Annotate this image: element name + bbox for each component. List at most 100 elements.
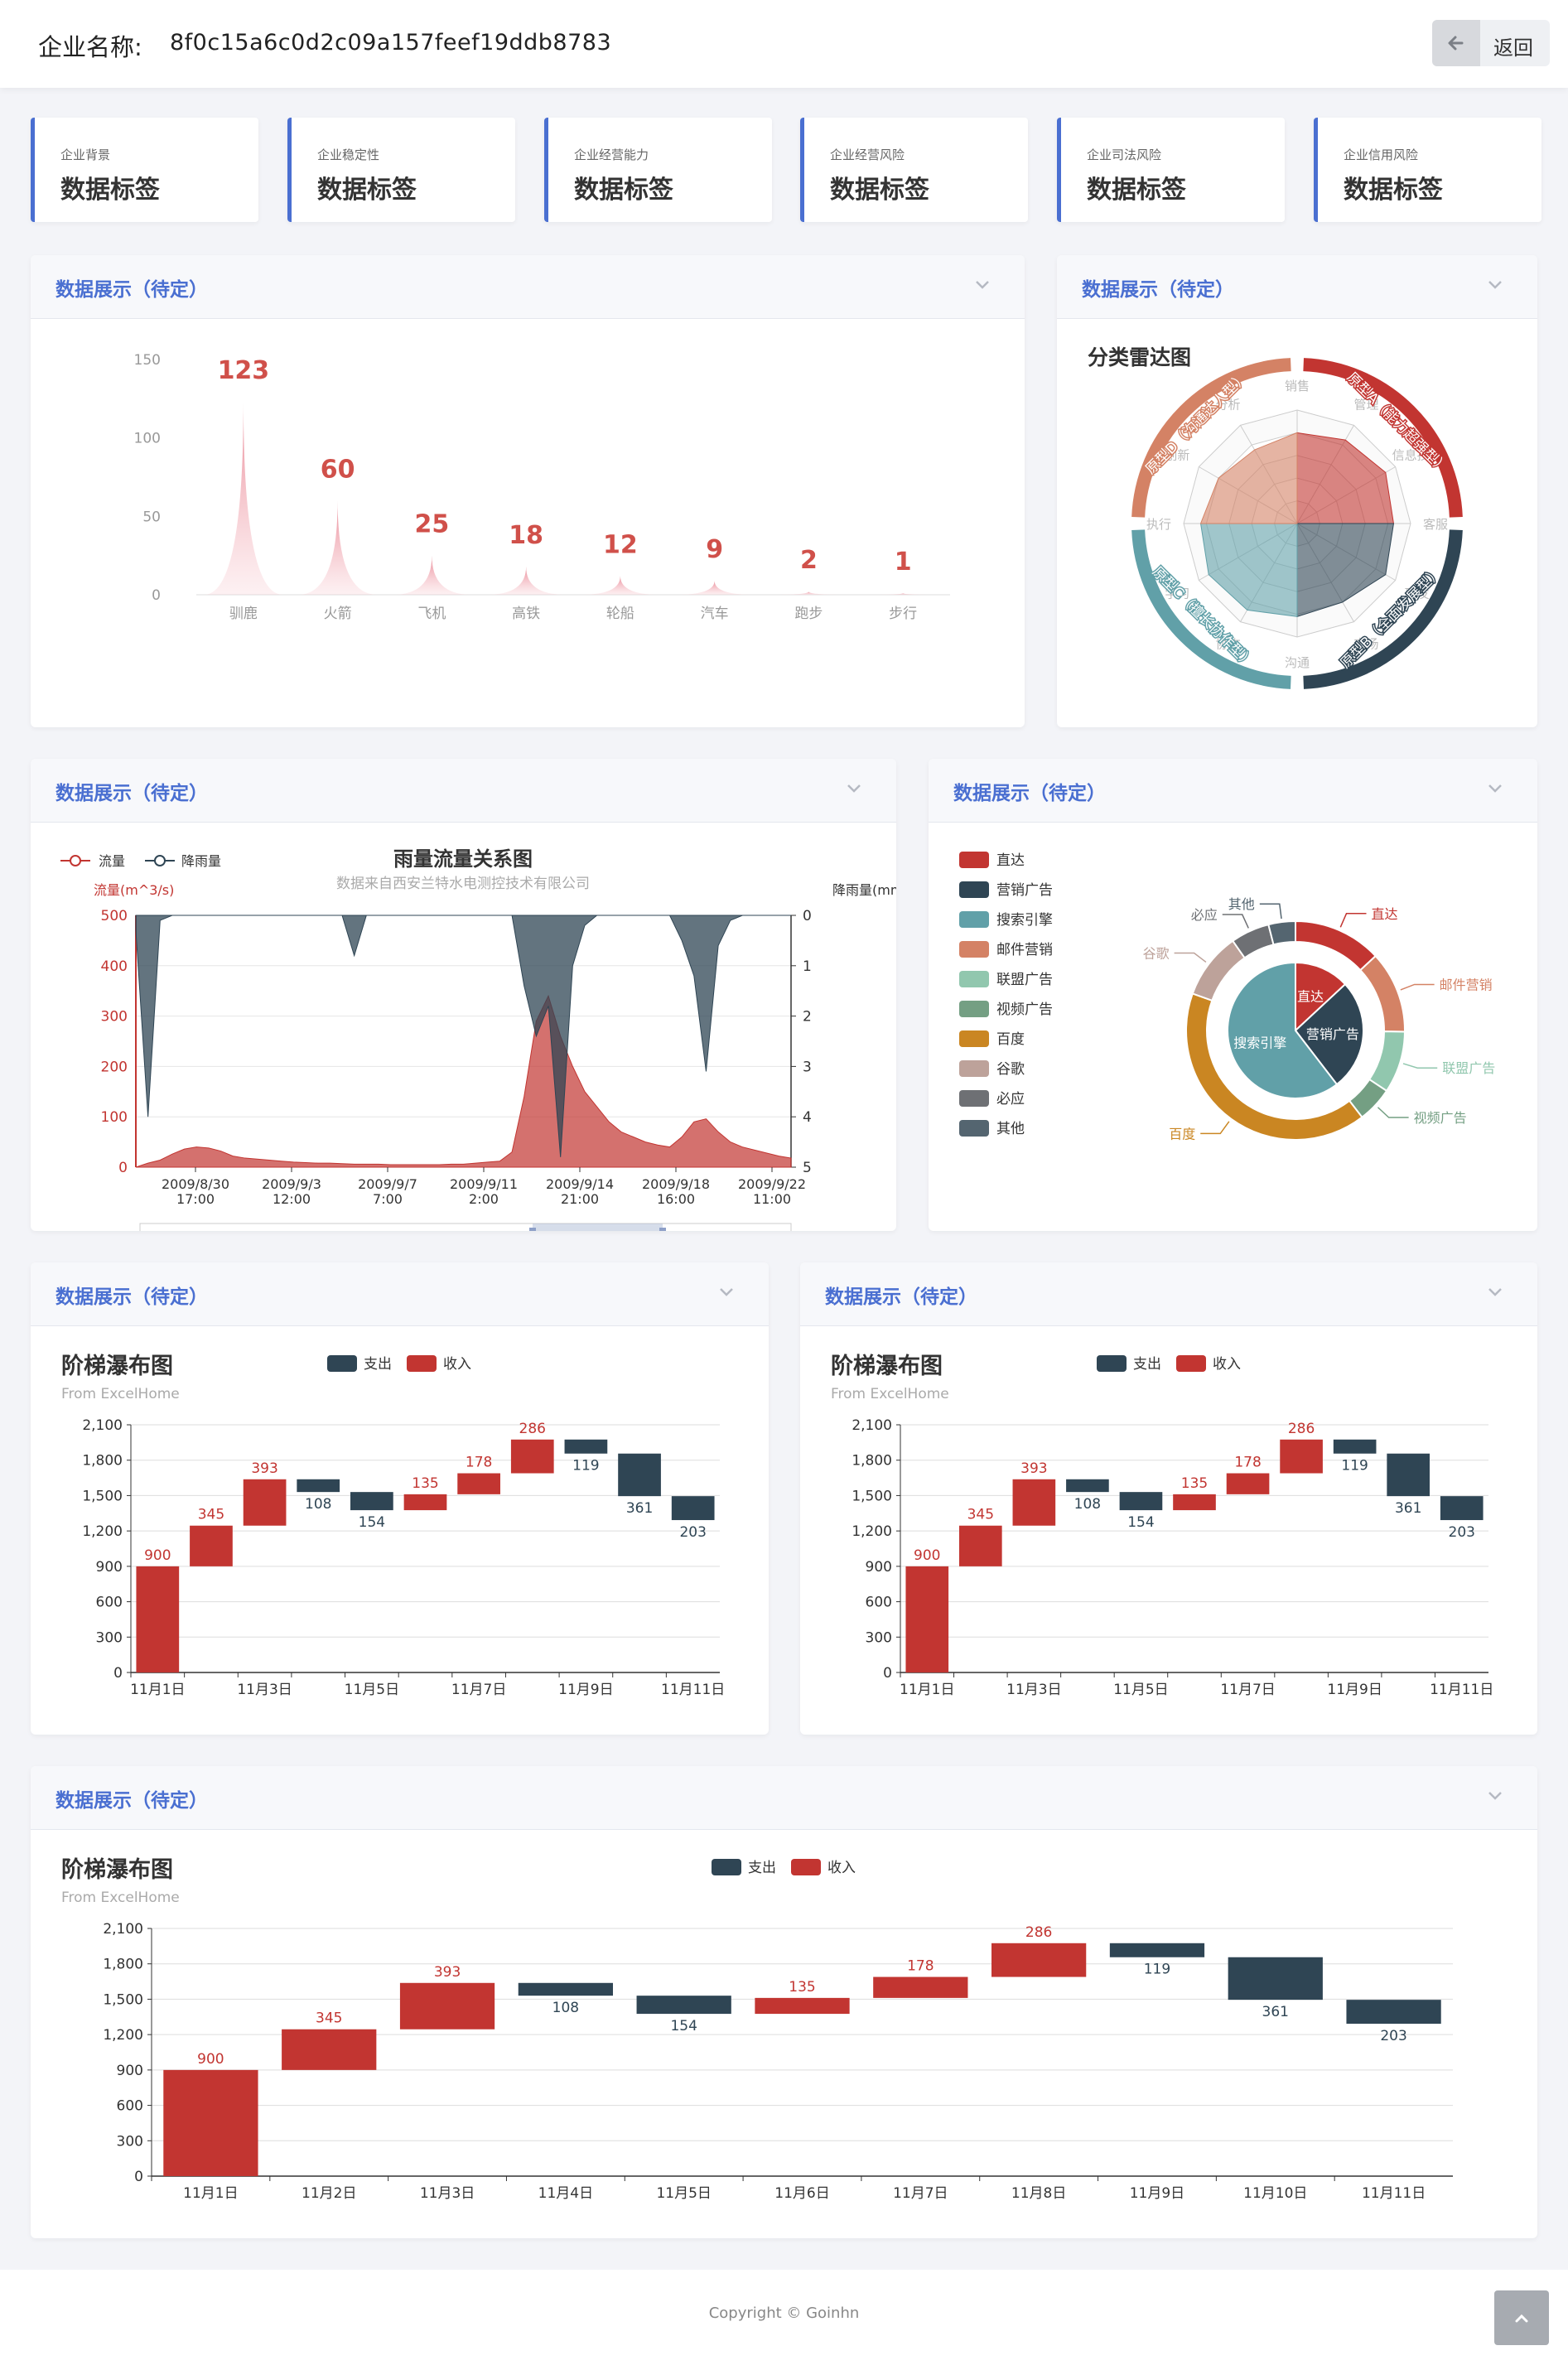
y-tick-label: 600 — [866, 1595, 892, 1611]
legend-item[interactable]: 其他 — [959, 1120, 1025, 1137]
legend-item[interactable]: 必应 — [959, 1090, 1025, 1108]
y-tick-left: 100 — [101, 1109, 128, 1126]
legend-item[interactable]: 视频广告 — [959, 1001, 1053, 1018]
y-tick-right: 0 — [803, 908, 812, 924]
tag-card-operating-ability[interactable]: 企业经营能力 数据标签 — [544, 118, 772, 222]
x-tick-label: 11月2日 — [302, 2185, 356, 2202]
pie-label-line — [1222, 914, 1249, 929]
legend-label: 收入 — [827, 1860, 856, 1876]
income-value-label: 345 — [316, 2010, 342, 2027]
income-value-label: 393 — [434, 1964, 461, 1981]
legend-rain[interactable]: 降雨量 — [145, 853, 221, 869]
tag-card-background[interactable]: 企业背景 数据标签 — [31, 118, 258, 222]
income-bar — [991, 1943, 1087, 1977]
y-tick-label: 150 — [134, 352, 161, 369]
value-label: 123 — [218, 356, 270, 385]
income-value-label: 345 — [198, 1507, 224, 1523]
expense-value-label: 203 — [679, 1524, 706, 1541]
chevron-down-icon[interactable] — [973, 278, 991, 292]
legend-item[interactable]: 联盟广告 — [959, 971, 1053, 988]
legend-item[interactable]: 搜索引擎 — [959, 911, 1053, 929]
y-tick-label: 300 — [117, 2133, 143, 2150]
chart-title: 阶梯瀑布图 — [61, 1354, 173, 1379]
panel-waterfall-chart-1: 数据展示（待定） 阶梯瀑布图 From ExcelHome 支出 收入 0 300 600 9… — [31, 1262, 769, 1735]
y-tick-label: 0 — [134, 2169, 143, 2185]
value-label: 60 — [321, 455, 355, 484]
legend-item[interactable]: 直达 — [959, 852, 1025, 869]
expense-bar — [1333, 1439, 1377, 1454]
value-label: 25 — [415, 510, 450, 539]
legend-label: 邮件营销 — [996, 942, 1053, 958]
panel-body: 阶梯瀑布图 From ExcelHome 支出 收入 0 300 600 900 1,200 1,… — [31, 1325, 769, 1735]
page-footer: Copyright © Goinhn — [0, 2270, 1568, 2365]
legend-expense[interactable]: 支出 — [327, 1355, 392, 1373]
legend-label: 流量 — [99, 853, 125, 869]
income-value-label: 393 — [1020, 1460, 1047, 1477]
legend-item[interactable]: 营销广告 — [959, 881, 1053, 899]
x-tick-label: 2009/9/11 — [450, 1176, 518, 1192]
y-tick-left: 400 — [101, 958, 128, 975]
legend-flow[interactable]: 流量 — [60, 853, 125, 869]
chevron-down-icon[interactable] — [1486, 278, 1504, 292]
chevron-down-icon[interactable] — [845, 782, 863, 795]
panel-title: 数据展示（待定） — [55, 279, 208, 301]
tag-card-credit-risk[interactable]: 企业信用风险 数据标签 — [1314, 118, 1541, 222]
panel-title: 数据展示（待定） — [55, 783, 208, 804]
tag-card-stability[interactable]: 企业稳定性 数据标签 — [287, 118, 515, 222]
expense-bar — [297, 1479, 340, 1493]
value-label: 1 — [895, 548, 912, 577]
legend-item[interactable]: 谷歌 — [959, 1060, 1025, 1078]
pie-label: 营销广告 — [1306, 1026, 1359, 1042]
chevron-down-icon[interactable] — [1486, 782, 1504, 795]
y-tick-label: 1,500 — [852, 1488, 892, 1504]
panel-header: 数据展示（待定） — [1057, 255, 1537, 319]
x-tick-label: 11月6日 — [774, 2185, 829, 2202]
chevron-down-icon[interactable] — [717, 1286, 736, 1299]
y-tick-label: 1,800 — [82, 1453, 123, 1470]
y-tick-label: 0 — [152, 587, 161, 604]
legend-label: 营销广告 — [996, 882, 1053, 899]
x-tick-label: 7:00 — [373, 1191, 403, 1207]
waterfall-chart: 阶梯瀑布图 From ExcelHome 支出 收入 0 300 600 900 1,200 1,… — [831, 1354, 1493, 1698]
income-bar — [457, 1473, 500, 1494]
back-to-top-button[interactable] — [1494, 2290, 1549, 2345]
legend-item[interactable]: 百度 — [959, 1030, 1025, 1048]
data-zoom-slider[interactable] — [139, 1223, 792, 1231]
radar-indicator-label: 沟通 — [1285, 655, 1310, 670]
back-button[interactable]: 返回 — [1432, 20, 1550, 66]
chart-title: 阶梯瀑布图 — [61, 1857, 173, 1883]
legend-expense[interactable]: 支出 — [712, 1859, 776, 1876]
legend-swatch — [959, 1090, 989, 1107]
spike-mark — [769, 591, 849, 595]
tag-card-judicial-risk[interactable]: 企业司法风险 数据标签 — [1057, 118, 1285, 222]
chevron-down-icon[interactable] — [1486, 1789, 1504, 1803]
tag-card-operating-risk[interactable]: 企业经营风险 数据标签 — [800, 118, 1028, 222]
y-tick-label: 2,100 — [82, 1417, 123, 1434]
legend-income[interactable]: 收入 — [791, 1859, 856, 1876]
legend-expense[interactable]: 支出 — [1097, 1355, 1161, 1373]
chevron-down-icon[interactable] — [1486, 1286, 1504, 1299]
tag-category: 企业信用风险 — [1344, 147, 1419, 162]
panel-title: 数据展示（待定） — [825, 1286, 977, 1308]
legend-income[interactable]: 收入 — [407, 1355, 471, 1373]
expense-value-label: 119 — [572, 1458, 599, 1475]
radar-chart: 分类雷达图 销售管理信息技术客服研发市场沟通协作学习执行创新分析 原型A（能力超强… — [1088, 345, 1463, 689]
panel-header: 数据展示（待定） — [31, 759, 896, 823]
legend-income[interactable]: 收入 — [1176, 1355, 1241, 1373]
page-header: 企业名称: 8f0c15a6c0d2c09a157feef19ddb8783 返… — [0, 0, 1568, 88]
x-tick-label: 步行 — [889, 606, 917, 622]
legend-item[interactable]: 邮件营销 — [959, 941, 1053, 958]
value-label: 12 — [603, 530, 638, 559]
income-value-label: 178 — [466, 1455, 492, 1471]
income-value-label: 345 — [967, 1507, 994, 1523]
tag-value: 数据标签 — [830, 176, 929, 205]
legend-label: 其他 — [996, 1121, 1025, 1137]
panel-header: 数据展示（待定） — [31, 1766, 1537, 1830]
spike-mark — [297, 500, 378, 595]
x-tick-label: 2009/8/30 — [162, 1176, 229, 1192]
x-tick-label: 火箭 — [324, 606, 352, 622]
x-tick-label: 11月1日 — [183, 2185, 238, 2202]
x-tick-label: 11月7日 — [1220, 1682, 1275, 1698]
income-bar — [190, 1525, 233, 1566]
expense-value-label: 203 — [1449, 1524, 1475, 1541]
